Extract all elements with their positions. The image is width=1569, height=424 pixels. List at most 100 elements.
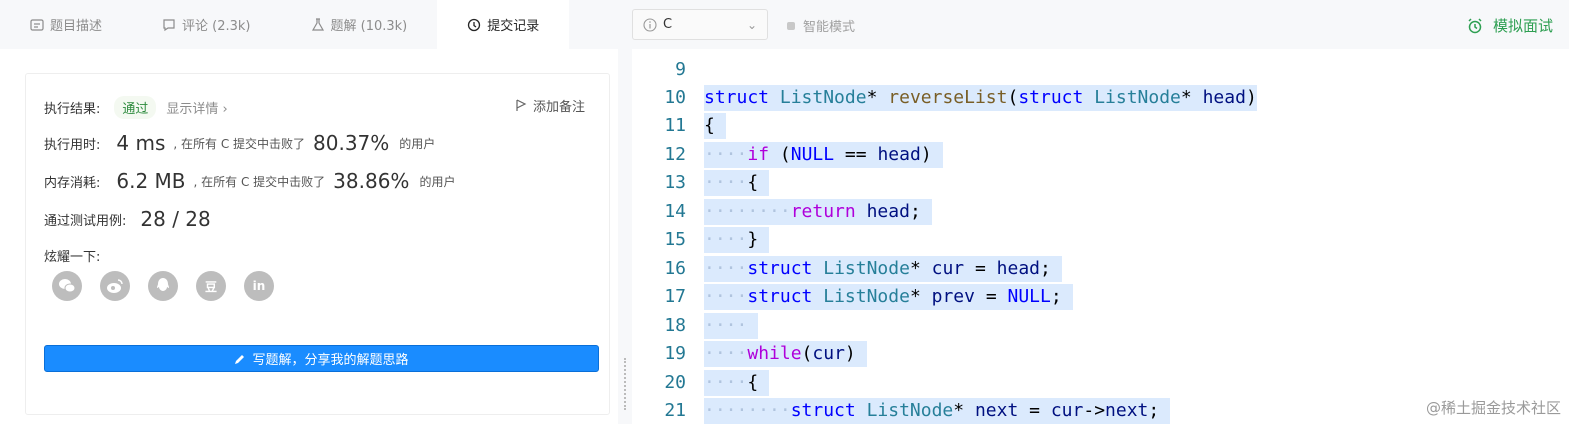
flag-icon (516, 99, 527, 111)
tab-comments[interactable]: 评论 (2.3k) (132, 0, 280, 49)
tab-solutions[interactable]: 题解 (10.3k) (281, 0, 438, 49)
line-number: 11 (664, 115, 686, 136)
clock-icon (468, 18, 481, 31)
line-number: 14 (664, 201, 686, 222)
line-number: 13 (664, 172, 686, 193)
write-solution-button[interactable]: 写题解，分享我的解题思路 (44, 345, 599, 372)
result-row: 执行结果: 通过 显示详情 › (44, 96, 228, 119)
code-line: 15 ····} (632, 226, 1569, 254)
douban-icon[interactable]: 豆 (196, 271, 226, 301)
code-text: ····if (NULL == head) (704, 142, 943, 168)
code-text: ····while(cur) (704, 341, 867, 367)
code-line: 19 ····while(cur) (632, 340, 1569, 368)
smart-mode-toggle[interactable]: 智能模式 (787, 16, 855, 35)
code-editor[interactable]: 9 10 struct ListNode* reverseList(struct… (632, 49, 1569, 424)
testcases-value: 28 / 28 (140, 207, 211, 231)
add-note-button[interactable]: 添加备注 (515, 96, 585, 115)
resize-handle-icon[interactable] (624, 358, 626, 410)
code-text: ····struct ListNode* cur = head; (704, 256, 1062, 282)
line-number: 20 (664, 372, 686, 393)
line-number: 17 (664, 286, 686, 307)
description-icon (30, 18, 44, 31)
testcases-row: 通过测试用例: 28 / 28 (44, 207, 219, 231)
tab-label: 评论 (2.3k) (182, 19, 251, 34)
chevron-down-icon: ⌄ (746, 17, 757, 32)
language-value: C (663, 17, 673, 32)
runtime-row: 执行用时: 4 ms , 在所有 C 提交中击败了 80.37% 的用户 (44, 131, 435, 155)
memory-value: 6.2 MB (116, 169, 186, 193)
tab-label: 提交记录 (487, 19, 540, 34)
show-details-link[interactable]: 显示详情 › (166, 98, 227, 117)
comment-icon (163, 18, 175, 31)
code-line: 12 ····if (NULL == head) (632, 141, 1569, 169)
result-label: 执行结果: (44, 102, 101, 117)
share-icons: 豆 in (52, 271, 274, 301)
code-text: ········return head; (704, 199, 932, 225)
code-text: ····{ (704, 170, 770, 196)
weibo-icon[interactable] (100, 271, 130, 301)
tab-submissions[interactable]: 提交记录 (437, 0, 570, 49)
submission-result-card: 执行结果: 通过 显示详情 › 添加备注 执行用时: 4 ms , 在所有 C … (25, 73, 610, 415)
testcases-label: 通过测试用例: (44, 213, 127, 229)
code-line: 11 { (632, 112, 1569, 140)
code-text: ········struct ListNode* next = cur->nex… (704, 398, 1171, 424)
tab-label: 题解 (10.3k) (330, 19, 408, 34)
share-row: 炫耀一下: (44, 246, 100, 265)
pencil-icon (235, 354, 245, 364)
memory-label: 内存消耗: (44, 175, 101, 191)
code-text: struct ListNode* reverseList(struct List… (704, 85, 1257, 111)
runtime-label: 执行用时: (44, 137, 101, 153)
memory-users: 的用户 (419, 174, 456, 189)
code-text: ···· (704, 313, 759, 339)
line-number: 16 (664, 258, 686, 279)
tab-label: 题目描述 (50, 19, 103, 34)
memory-text: , 在所有 C 提交中击败了 (193, 174, 326, 189)
smart-mode-label: 智能模式 (803, 20, 856, 35)
status-badge: 通过 (114, 96, 157, 119)
memory-percent: 38.86% (333, 169, 410, 193)
code-line: 9 (632, 56, 1569, 84)
code-line: 18 ···· (632, 312, 1569, 340)
line-number: 19 (664, 343, 686, 364)
code-text: ····} (704, 227, 770, 253)
editor-toolbar: C ⌄ 智能模式 模拟面试 (632, 0, 1569, 49)
mode-indicator-icon (787, 21, 795, 30)
runtime-text: , 在所有 C 提交中击败了 (173, 136, 306, 151)
code-line: 16 ····struct ListNode* cur = head; (632, 255, 1569, 283)
code-line: 17 ····struct ListNode* prev = NULL; (632, 283, 1569, 311)
runtime-value: 4 ms (116, 131, 166, 155)
line-number: 10 (664, 87, 686, 108)
douban-glyph: 豆 (204, 279, 217, 294)
code-text: { (704, 113, 726, 139)
line-number: 9 (675, 59, 686, 80)
code-text: ····struct ListNode* prev = NULL; (704, 284, 1073, 310)
code-line: 13 ····{ (632, 169, 1569, 197)
linkedin-icon[interactable]: in (244, 271, 274, 301)
tab-description[interactable]: 题目描述 (0, 0, 132, 49)
code-line: 14 ········return head; (632, 198, 1569, 226)
submission-panel: 执行结果: 通过 显示详情 › 添加备注 执行用时: 4 ms , 在所有 C … (0, 49, 618, 424)
code-line: 10 struct ListNode* reverseList(struct L… (632, 84, 1569, 112)
qq-icon[interactable] (148, 271, 178, 301)
code-text: ····{ (704, 370, 770, 396)
alarm-clock-icon (1468, 17, 1482, 33)
mock-interview-label: 模拟面试 (1492, 17, 1553, 35)
wechat-icon[interactable] (52, 271, 82, 301)
line-number: 12 (664, 144, 686, 165)
linkedin-glyph: in (252, 279, 266, 293)
add-note-label: 添加备注 (532, 100, 585, 115)
problem-tabbar: 题目描述 评论 (2.3k) 题解 (10.3k) 提交记录 (0, 0, 620, 49)
write-solution-label: 写题解，分享我的解题思路 (252, 353, 409, 368)
runtime-users: 的用户 (399, 136, 436, 151)
code-line: 20 ····{ (632, 369, 1569, 397)
language-select[interactable]: C ⌄ (632, 9, 768, 40)
memory-row: 内存消耗: 6.2 MB , 在所有 C 提交中击败了 38.86% 的用户 (44, 169, 455, 193)
flask-icon (311, 17, 324, 31)
watermark: @稀土掘金技术社区 (1425, 399, 1561, 417)
share-label: 炫耀一下: (44, 250, 101, 265)
info-icon (643, 17, 657, 32)
runtime-percent: 80.37% (313, 131, 390, 155)
mock-interview-button[interactable]: 模拟面试 (1467, 15, 1553, 36)
line-number: 21 (664, 400, 686, 421)
line-number: 18 (664, 315, 686, 336)
